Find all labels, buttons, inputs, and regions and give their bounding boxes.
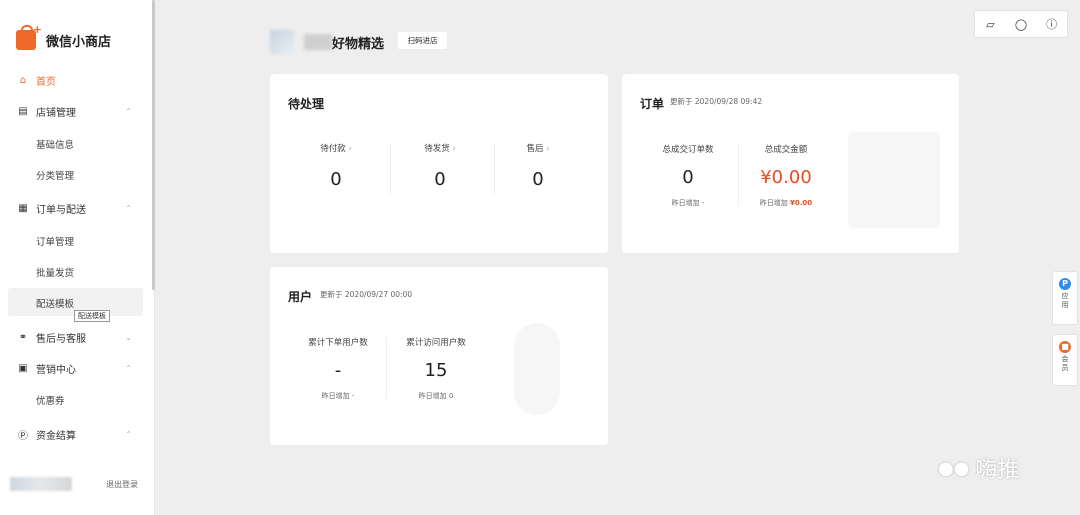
- headset-icon: ⚭: [18, 331, 28, 343]
- divider: [738, 144, 739, 206]
- chevron-up-icon: ⌃: [125, 203, 132, 213]
- total-orders-value: 0: [682, 167, 694, 188]
- sidebar-scrollbar[interactable]: [152, 0, 155, 290]
- pending-payment-value: 0: [330, 169, 342, 190]
- total-buyers-value: -: [334, 360, 342, 381]
- users-title: 用户: [288, 290, 313, 304]
- sidebar-subitem-batch-ship[interactable]: 批量发货: [36, 265, 74, 279]
- sidebar-item-aftersales[interactable]: ⚭ 售后与客服 ⌄: [0, 323, 150, 351]
- user-watermark-icon: [514, 323, 560, 415]
- app-logo[interactable]: 微信小商店: [16, 23, 112, 50]
- orders-card: 订单 更新于 2020/09/28 09:42 总成交订单数 0 昨日增加 - …: [622, 74, 959, 253]
- corner-watermark: ●● 嗨推: [938, 452, 1019, 484]
- top-toolbar: ▱ ◯ ⓘ: [974, 10, 1068, 38]
- chevron-down-icon: ⌄: [125, 332, 132, 342]
- scan-to-enter-button[interactable]: 扫码进店: [398, 32, 447, 49]
- total-amount-value: ¥0.00: [760, 167, 812, 188]
- message-icon[interactable]: ◯: [1014, 18, 1028, 31]
- orders-title: 订单: [640, 97, 665, 111]
- pending-title: 待处理: [288, 97, 325, 111]
- apps-icon: P: [1059, 278, 1071, 290]
- chevron-up-icon: ⌃: [125, 106, 132, 116]
- users-updated-time: 更新于 2020/09/27 00:00: [320, 290, 413, 299]
- user-account: [10, 477, 72, 491]
- total-visitors-label: 累计访问用户数: [406, 338, 466, 348]
- yen-icon: Ⓟ: [18, 430, 28, 442]
- member-float-button[interactable]: ■ 会员: [1052, 334, 1078, 386]
- order-list-icon: ▦: [18, 202, 28, 214]
- total-orders-yesterday: 昨日增加 -: [671, 199, 705, 207]
- sidebar-subitem-category[interactable]: 分类管理: [36, 168, 74, 182]
- shop-name: 好物精选: [332, 37, 385, 52]
- tooltip: 配送模板: [74, 310, 110, 322]
- total-visitors-value: 15: [424, 360, 448, 381]
- sidebar-item-label: 店铺管理: [36, 107, 76, 119]
- shop-avatar: [270, 30, 294, 54]
- store-icon: ▤: [18, 105, 28, 117]
- sidebar-item-label: 营销中心: [36, 364, 76, 376]
- sidebar-subitem-basic-info[interactable]: 基础信息: [36, 137, 74, 151]
- sidebar-item-finance[interactable]: Ⓟ 资金结算 ⌃: [0, 420, 150, 448]
- shop-name-blur: [304, 34, 332, 50]
- wechat-icon: ●●: [938, 457, 970, 479]
- help-icon[interactable]: ⓘ: [1045, 16, 1059, 32]
- pending-shipment-link[interactable]: 待发货 ›: [404, 142, 476, 154]
- orders-updated-time: 更新于 2020/09/28 09:42: [670, 97, 763, 106]
- marketing-icon: ▣: [18, 362, 28, 374]
- sidebar-subitem-order-mgmt[interactable]: 订单管理: [36, 234, 74, 248]
- pending-card: 待处理 待付款 › 0 待发货 › 0 售后 › 0: [270, 74, 608, 253]
- member-icon: ■: [1059, 341, 1071, 353]
- total-amount-yesterday: 昨日增加 ¥0.00: [759, 199, 813, 207]
- sidebar-item-label: 资金结算: [36, 430, 76, 442]
- logout-link[interactable]: 退出登录: [106, 479, 138, 490]
- aftersales-value: 0: [532, 169, 544, 190]
- divider: [494, 144, 495, 194]
- users-card: 用户 更新于 2020/09/27 00:00 累计下单用户数 - 昨日增加 -…: [270, 267, 608, 445]
- bell-icon[interactable]: ▱: [983, 18, 997, 31]
- aftersales-link[interactable]: 售后 ›: [502, 142, 574, 154]
- total-orders-label: 总成交订单数: [662, 145, 714, 155]
- order-watermark-icon: [848, 132, 940, 228]
- chevron-up-icon: ⌃: [125, 363, 132, 373]
- sidebar-subitem-coupon[interactable]: 优惠券: [36, 393, 65, 407]
- total-amount-label: 总成交金额: [764, 145, 808, 155]
- apps-label: 应用: [1061, 292, 1069, 309]
- sidebar-item-label: 首页: [36, 76, 56, 88]
- total-buyers-label: 累计下单用户数: [308, 338, 368, 348]
- shop-bag-icon: [16, 23, 42, 50]
- pending-shipment-value: 0: [434, 169, 446, 190]
- app-name: 微信小商店: [46, 34, 112, 50]
- pending-payment-link[interactable]: 待付款 ›: [300, 142, 372, 154]
- sidebar-item-home[interactable]: ⌂ 首页: [0, 66, 150, 94]
- watermark-text: 嗨推: [975, 458, 1020, 483]
- divider: [390, 144, 391, 194]
- home-icon: ⌂: [19, 74, 27, 86]
- apps-float-button[interactable]: P 应用: [1052, 271, 1078, 325]
- sidebar-item-label: 售后与客服: [36, 333, 86, 345]
- chevron-up-icon: ⌃: [125, 429, 132, 439]
- total-visitors-yesterday: 昨日增加 0: [418, 392, 454, 400]
- sidebar-item-label: 订单与配送: [36, 204, 86, 216]
- sidebar-item-store-mgmt[interactable]: ▤ 店铺管理 ⌃: [0, 97, 150, 125]
- member-label: 会员: [1061, 355, 1069, 372]
- sidebar: 微信小商店 ⌂ 首页 ▤ 店铺管理 ⌃ 基础信息 分类管理 ▦ 订单与配送 ⌃ …: [0, 0, 155, 515]
- sidebar-item-marketing[interactable]: ▣ 营销中心 ⌃: [0, 354, 150, 382]
- sidebar-item-orders[interactable]: ▦ 订单与配送 ⌃: [0, 194, 150, 222]
- total-buyers-yesterday: 昨日增加 -: [321, 392, 355, 400]
- sidebar-subitem-shipping-template[interactable]: 配送模板: [36, 296, 74, 310]
- divider: [386, 337, 387, 399]
